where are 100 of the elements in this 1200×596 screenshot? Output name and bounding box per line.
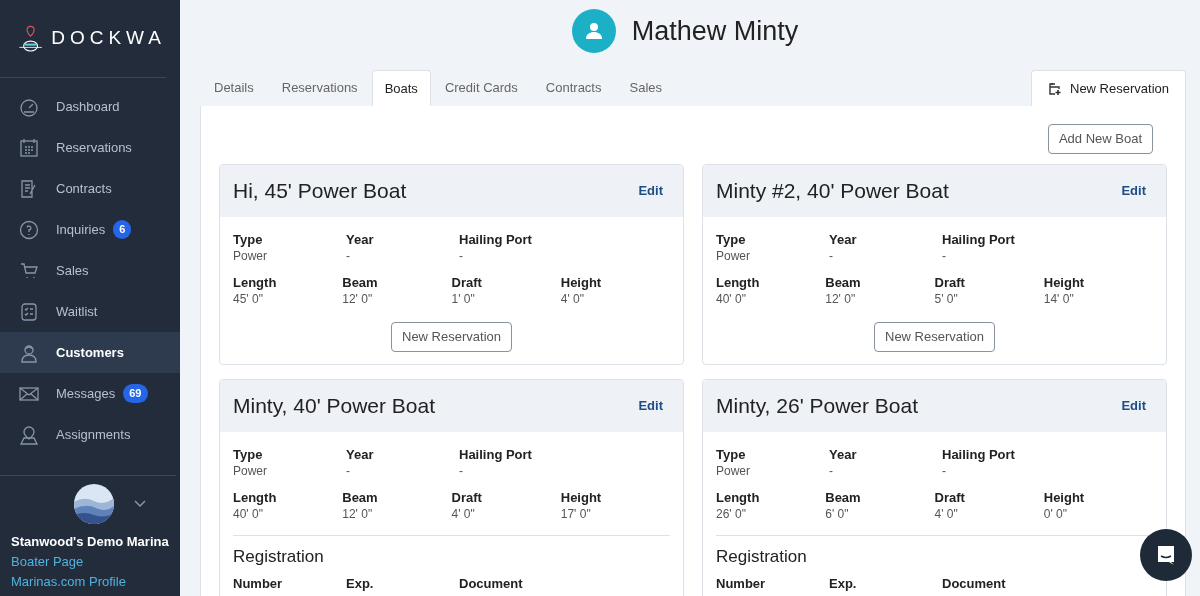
field-value: 45' 0" <box>233 291 264 308</box>
edit-link[interactable]: Edit <box>1121 181 1146 201</box>
field-label: Year <box>346 446 375 463</box>
field-label: Beam <box>342 274 379 291</box>
field-label: Hailing Port <box>459 231 533 248</box>
field-value: 4' 0" <box>934 506 959 523</box>
sidebar-item[interactable]: Sales <box>0 250 180 291</box>
field-value: - <box>829 248 834 265</box>
edit-link[interactable]: Edit <box>638 181 663 201</box>
field-value: 12' 0" <box>342 291 374 308</box>
edit-link[interactable]: Edit <box>1121 396 1146 416</box>
logo-text: DOCKWA <box>51 26 166 51</box>
field-label: Height <box>1043 489 1086 506</box>
marina-link[interactable]: Marinas.com Profile <box>11 572 126 592</box>
field-value: Power <box>233 463 268 480</box>
tab[interactable]: Sales <box>617 70 674 106</box>
field-value: 6' 0" <box>825 506 850 523</box>
sidebar-item[interactable]: Inquiries 6 <box>0 209 180 250</box>
boat-title: Minty #2, 40' Power Boat <box>716 178 949 205</box>
field-value: 12' 0" <box>342 506 374 523</box>
chevron-down-icon[interactable] <box>133 500 146 508</box>
field-label: Length <box>716 274 761 291</box>
avatar-icon <box>571 9 616 53</box>
field-value: Power <box>233 248 268 265</box>
field-label: Number <box>233 574 284 592</box>
field-value: - <box>942 248 947 265</box>
sidebar-item[interactable]: Messages 69 <box>0 373 180 414</box>
sidebar-item[interactable]: Contracts <box>0 168 180 209</box>
field-label: Year <box>346 231 375 248</box>
field-value: 14' 0" <box>1043 291 1075 308</box>
field-label: Document <box>942 574 1007 592</box>
field-label: Height <box>560 274 603 291</box>
field-label: Exp. <box>829 574 858 592</box>
field-value: Power <box>716 248 751 265</box>
customer-name: Mathew Minty <box>631 14 799 48</box>
sidebar-item[interactable]: Dashboard <box>0 86 180 127</box>
field-value: 17' 0" <box>560 506 592 523</box>
add-new-boat-button[interactable]: Add New Boat <box>1047 124 1153 154</box>
field-label: Hailing Port <box>459 446 533 463</box>
field-value: - <box>459 248 464 265</box>
field-value: 4' 0" <box>451 506 476 523</box>
field-label: Height <box>560 489 603 506</box>
sidebar-item[interactable]: Reservations <box>0 127 180 168</box>
field-label: Number <box>716 574 767 592</box>
field-label: Type <box>233 231 264 248</box>
new-reservation-button[interactable]: New Reservation <box>391 322 512 352</box>
nav-icon <box>19 342 39 363</box>
field-label: Draft <box>451 274 483 291</box>
field-label: Type <box>716 446 747 463</box>
field-label: Length <box>716 489 761 506</box>
field-value: 40' 0" <box>716 291 747 308</box>
boat-title: Minty, 26' Power Boat <box>716 393 919 420</box>
tab[interactable]: Credit Cards <box>432 70 530 106</box>
field-label: Type <box>233 446 264 463</box>
field-value: 26' 0" <box>716 506 747 523</box>
field-label: Length <box>233 489 278 506</box>
sidebar-item[interactable]: Customers <box>0 332 180 373</box>
field-value: 0' 0" <box>1043 506 1068 523</box>
new-reservation-button[interactable]: New Reservation <box>874 322 995 352</box>
field-label: Beam <box>825 489 862 506</box>
sidebar-item[interactable]: Assignments <box>0 414 180 455</box>
field-label: Hailing Port <box>942 446 1016 463</box>
field-label: Height <box>1043 274 1086 291</box>
tab[interactable]: Reservations <box>269 70 370 106</box>
new-reservation-tab[interactable]: New Reservation <box>1031 70 1186 106</box>
nav-icon <box>19 137 39 158</box>
field-label: Draft <box>934 274 966 291</box>
field-value: 1' 0" <box>451 291 476 308</box>
calendar-plus-icon <box>1048 81 1062 96</box>
field-label: Year <box>829 446 858 463</box>
tab[interactable]: Boats <box>371 70 431 106</box>
nav-icon <box>19 424 39 445</box>
field-label: Document <box>459 574 524 592</box>
boat-title: Hi, 45' Power Boat <box>233 178 407 205</box>
boat-title: Minty, 40' Power Boat <box>233 393 436 420</box>
field-label: Year <box>829 231 858 248</box>
marina-name: Stanwood's Demo Marina <box>11 533 170 551</box>
field-value: 4' 0" <box>560 291 585 308</box>
field-label: Type <box>716 231 747 248</box>
field-value: 12' 0" <box>825 291 857 308</box>
nav-icon <box>19 219 39 240</box>
field-value: 5' 0" <box>934 291 959 308</box>
count-badge: 6 <box>113 220 132 239</box>
field-label: Exp. <box>346 574 375 592</box>
nav-icon <box>19 301 39 322</box>
tab[interactable]: Contracts <box>533 70 614 106</box>
field-label: Length <box>233 274 278 291</box>
field-label: Beam <box>342 489 379 506</box>
section-heading: Registration <box>233 546 325 568</box>
tab[interactable]: Details <box>202 70 266 106</box>
marina-link[interactable]: Boater Page <box>11 552 84 572</box>
field-value: - <box>346 463 351 480</box>
section-heading: Registration <box>716 546 808 568</box>
field-label: Beam <box>825 274 862 291</box>
field-label: Draft <box>451 489 483 506</box>
field-label: Hailing Port <box>942 231 1016 248</box>
nav-icon <box>19 260 39 281</box>
edit-link[interactable]: Edit <box>638 396 663 416</box>
field-value: - <box>829 463 834 480</box>
sidebar-item[interactable]: Waitlist <box>0 291 180 332</box>
